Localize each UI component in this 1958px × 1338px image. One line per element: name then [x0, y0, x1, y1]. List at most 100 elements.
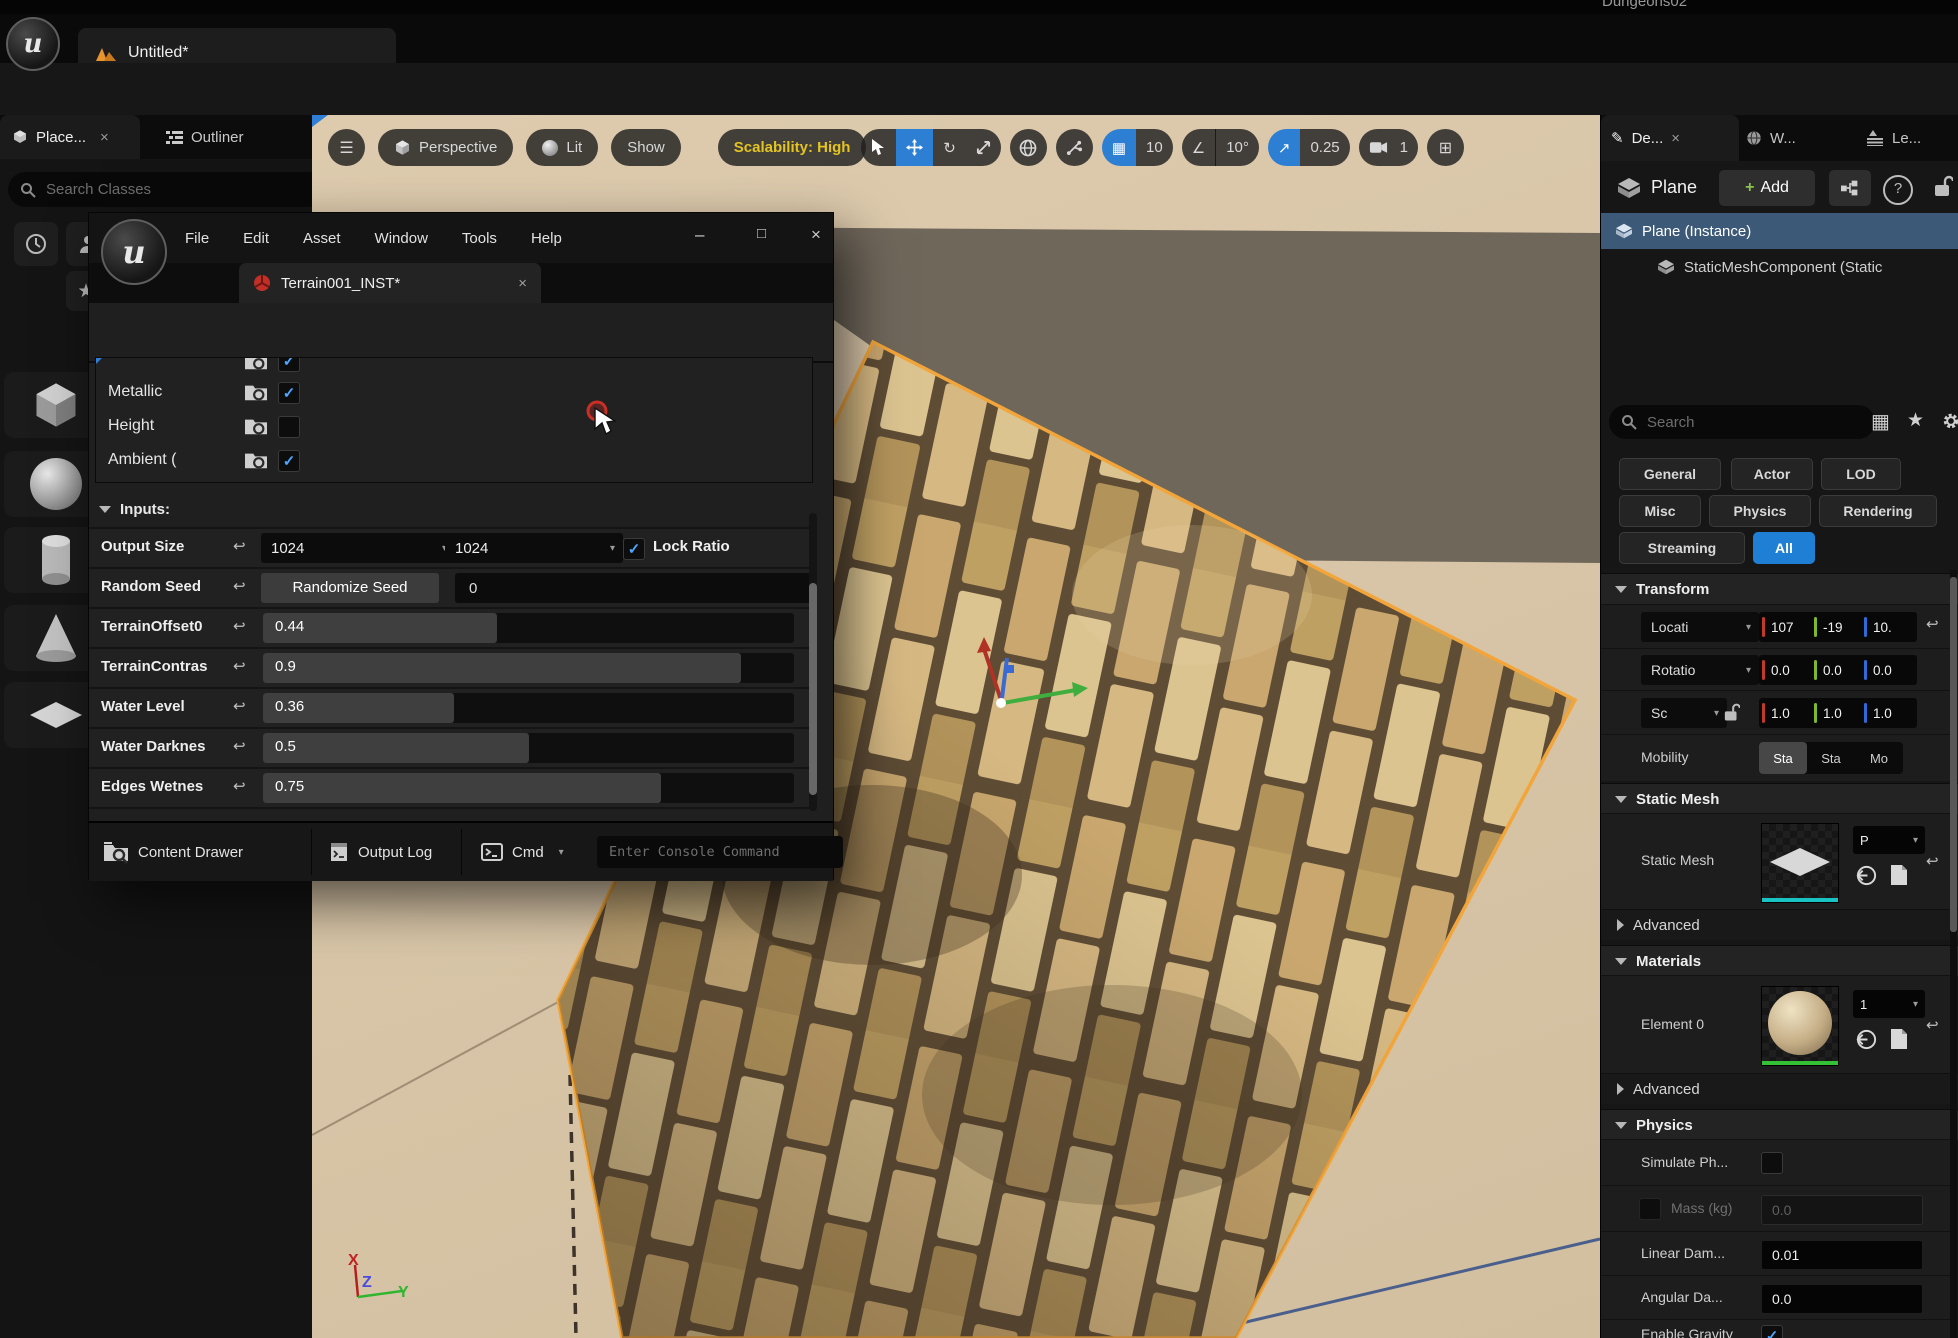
reset-param-icon[interactable]: ↩ [233, 537, 246, 555]
use-selected-icon[interactable] [1855, 864, 1878, 887]
rotation-snap-toggle[interactable]: ∠ [1182, 129, 1215, 166]
grid-snap-value[interactable]: 10 [1136, 129, 1173, 166]
filter-rendering[interactable]: Rendering [1819, 495, 1937, 527]
minimize-button[interactable]: – [695, 225, 704, 245]
select-tool-button[interactable] [861, 129, 896, 166]
search-classes-field[interactable] [8, 172, 326, 207]
texture-picker-icon[interactable] [244, 415, 268, 437]
tab-world-settings[interactable]: W... [1736, 115, 1806, 161]
cmd-dropdown[interactable]: Cmd ▾ [481, 823, 564, 881]
rotation-x-field[interactable]: 0.0 [1759, 655, 1815, 685]
location-dropdown[interactable]: Locati▾ [1641, 612, 1759, 642]
section-materials[interactable]: Materials [1601, 945, 1958, 976]
world-local-toggle[interactable] [1010, 129, 1047, 166]
mobility-stationary[interactable]: Sta [1807, 742, 1855, 774]
rotation-snap-value[interactable]: 10° [1215, 129, 1259, 166]
close-icon[interactable]: × [518, 275, 527, 292]
angular-damping-field[interactable]: 0.0 [1761, 1284, 1923, 1314]
material-asset-dropdown[interactable]: 1▾ [1853, 990, 1925, 1018]
console-command-field[interactable] [597, 836, 843, 868]
terrain-offset-slider[interactable]: 0.44 [263, 613, 794, 643]
surface-snapping-button[interactable] [1056, 129, 1093, 166]
reset-material-icon[interactable]: ↩ [1926, 1016, 1939, 1034]
show-dropdown[interactable]: Show [611, 129, 681, 166]
menu-help[interactable]: Help [531, 230, 562, 247]
menu-edit[interactable]: Edit [243, 230, 269, 247]
search-classes-input[interactable] [44, 180, 278, 199]
section-static-mesh[interactable]: Static Mesh [1601, 783, 1958, 814]
water-darkness-slider[interactable]: 0.5 [263, 733, 794, 763]
output-width-dropdown[interactable]: 1024▾ [261, 533, 455, 563]
scrollbar-thumb[interactable] [1950, 577, 1957, 932]
details-settings-gear-icon[interactable] [1941, 411, 1958, 431]
static-mesh-thumbnail[interactable] [1761, 823, 1839, 903]
unreal-logo-icon[interactable]: u [6, 17, 60, 71]
reset-param-icon[interactable]: ↩ [233, 577, 246, 595]
close-button[interactable]: × [811, 225, 821, 245]
mobility-movable[interactable]: Mo [1855, 742, 1903, 774]
scale-dropdown[interactable]: Sc▾ [1641, 698, 1727, 728]
perspective-dropdown[interactable]: Perspective [378, 129, 513, 166]
quad-view-button[interactable]: ⊞ [1427, 129, 1464, 166]
maximize-button[interactable]: □ [757, 225, 766, 242]
rotation-dropdown[interactable]: Rotatio▾ [1641, 655, 1759, 685]
component-tree-root[interactable]: Plane (Instance) [1601, 213, 1958, 249]
filter-general[interactable]: General [1619, 458, 1721, 490]
add-component-button[interactable]: + Add [1719, 170, 1815, 206]
seed-value-input[interactable] [467, 579, 771, 598]
move-tool-button[interactable] [896, 129, 933, 166]
menu-window[interactable]: Window [375, 230, 428, 247]
console-command-input[interactable] [607, 843, 833, 861]
section-physics[interactable]: Physics [1601, 1109, 1958, 1140]
tab-levels[interactable]: Le... [1856, 115, 1931, 161]
favorites-star-icon[interactable]: ★ [1907, 409, 1924, 432]
reset-location-icon[interactable]: ↩ [1926, 615, 1939, 633]
mass-override-checkbox[interactable] [1639, 1198, 1661, 1220]
filter-lod[interactable]: LOD [1821, 458, 1901, 490]
menu-tools[interactable]: Tools [462, 230, 497, 247]
details-search-field[interactable] [1609, 405, 1875, 439]
reset-param-icon[interactable]: ↩ [233, 737, 246, 755]
reset-param-icon[interactable]: ↩ [233, 697, 246, 715]
scale-snap-toggle[interactable]: ↗ [1268, 129, 1301, 166]
display-filter-icon[interactable]: ▦ [1871, 409, 1890, 434]
scalability-badge[interactable]: Scalability: High [718, 129, 867, 166]
edges-wetness-slider[interactable]: 0.75 [263, 773, 794, 803]
reset-param-icon[interactable]: ↩ [233, 657, 246, 675]
details-search-input[interactable] [1645, 413, 1829, 432]
randomize-seed-button[interactable]: Randomize Seed [261, 573, 439, 603]
component-tree-child[interactable]: StaticMeshComponent (Static [1601, 249, 1958, 285]
reset-static-mesh-icon[interactable]: ↩ [1926, 852, 1939, 870]
location-x-field[interactable]: 107 [1759, 612, 1815, 642]
params-scrollbar[interactable] [809, 513, 817, 811]
scrollbar-thumb[interactable] [809, 583, 817, 795]
texture-picker-icon[interactable] [244, 449, 268, 471]
ambient-checkbox[interactable] [278, 450, 300, 472]
metallic-checkbox[interactable] [278, 382, 300, 404]
close-icon[interactable]: × [1671, 130, 1680, 147]
reset-param-icon[interactable]: ↩ [233, 777, 246, 795]
filter-actor[interactable]: Actor [1731, 458, 1813, 490]
enable-gravity-checkbox[interactable] [1761, 1325, 1783, 1338]
filter-misc[interactable]: Misc [1619, 495, 1701, 527]
use-selected-icon[interactable] [1855, 1028, 1878, 1051]
lit-dropdown[interactable]: Lit [526, 129, 598, 166]
viewport-menu-button[interactable]: ☰ [328, 129, 365, 166]
grid-snap-toggle[interactable]: ▦ [1102, 129, 1136, 166]
terrain-contrast-slider[interactable]: 0.9 [263, 653, 794, 683]
tab-details[interactable]: ✎ De... × [1601, 115, 1739, 161]
tab-place-actors[interactable]: Place... × [0, 115, 140, 159]
scale-x-field[interactable]: 1.0 [1759, 698, 1815, 728]
scale-unlock-icon[interactable] [1723, 703, 1740, 723]
rotation-y-field[interactable]: 0.0 [1811, 655, 1865, 685]
location-z-field[interactable]: 10. [1861, 612, 1917, 642]
tab-outliner[interactable]: Outliner [154, 115, 256, 159]
texture-picker-icon[interactable] [244, 381, 268, 403]
menu-asset[interactable]: Asset [303, 230, 341, 247]
mobility-static[interactable]: Sta [1759, 742, 1807, 774]
texture-picker-icon[interactable] [244, 357, 268, 372]
static-mesh-advanced[interactable]: Advanced [1601, 909, 1958, 940]
edit-blueprint-button[interactable] [1829, 170, 1871, 206]
help-icon[interactable]: ? [1883, 175, 1913, 205]
filter-all[interactable]: All [1753, 532, 1815, 564]
